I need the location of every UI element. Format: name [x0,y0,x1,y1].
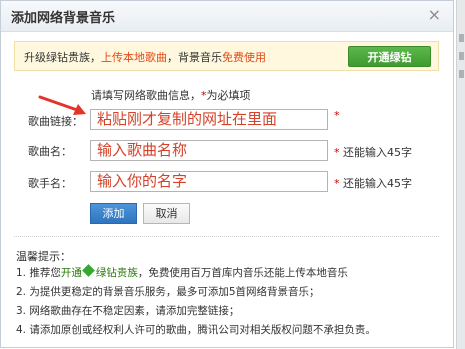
free-use-link[interactable]: 免费使用 [222,51,266,64]
tip-line-3: 3. 网络歌曲存在不稳定因素，请添加完整链接； [16,305,240,317]
green-diamond-link[interactable]: 绿钻贵族 [96,267,138,279]
promo-bar: 升级绿钻贵族，上传本地歌曲，背景音乐免费使用 开通绿钻 [14,41,439,71]
dialog-titlebar: 添加网络背景音乐 × [1,1,453,32]
singer-name-hint: * 还能输入45字 [334,175,412,191]
form-notice-prefix: 请填写网络歌曲信息， [91,89,201,102]
tip-line-1: 1. 推荐您开通 绿钻贵族，免费使用百万首库内音乐还能上传本地音乐 [16,264,348,280]
form-notice: 请填写网络歌曲信息，*为必填项 [91,87,251,103]
song-link-input[interactable]: 粘贴刚才复制的网址在里面 [90,109,328,130]
green-diamond-icon [81,264,95,277]
tip-1-suffix: ，免费使用百万首库内音乐还能上传本地音乐 [137,267,348,279]
required-mark: * [334,177,340,190]
tip-line-4: 4. 请添加原创或经权利人许可的歌曲，腾讯公司对相关版权问题不承担负责。 [16,324,376,336]
promo-text-middle: ，背景音乐 [167,51,222,64]
remaining-chars-text: 还能输入45字 [343,146,412,159]
tip-1-prefix: 1. 推荐您 [16,267,61,279]
promo-text-before: 升级绿钻贵族， [24,51,101,64]
song-name-input[interactable]: 输入歌曲名称 [90,140,328,161]
open-green-diamond-button[interactable]: 开通绿钻 [348,46,431,67]
page: 添加网络背景音乐 × 升级绿钻贵族，上传本地歌曲，背景音乐免费使用 开通绿钻 请… [0,0,465,349]
upload-local-song-link[interactable]: 上传本地歌曲 [101,51,167,64]
song-name-label: 歌曲名： [28,145,72,158]
song-link-label: 歌曲链接： [28,115,83,128]
singer-name-label: 歌手名： [28,177,72,190]
tips-title: 温馨提示： [16,250,71,263]
promo-text: 升级绿钻贵族，上传本地歌曲，背景音乐免费使用 [24,49,266,65]
form-notice-suffix: 为必填项 [206,89,251,102]
dialog-title: 添加网络背景音乐 [11,11,116,26]
required-mark: * [334,146,340,159]
remaining-chars-text: 还能输入45字 [343,177,412,190]
section-divider [14,236,439,237]
background-page-strip [456,0,465,349]
singer-name-input[interactable]: 输入你的名字 [90,171,328,192]
background-icon [459,34,464,42]
required-mark: * [334,109,340,122]
background-icon [459,52,464,60]
tip-line-2: 2. 为提供更稳定的背景音乐服务，最多可添加5首网络背景音乐； [16,286,320,298]
cancel-button[interactable]: 取消 [143,203,190,224]
close-icon[interactable]: × [428,6,441,24]
add-music-dialog: 添加网络背景音乐 × 升级绿钻贵族，上传本地歌曲，背景音乐免费使用 开通绿钻 请… [0,0,454,348]
background-icon [459,70,464,78]
song-name-hint: * 还能输入45字 [334,144,412,160]
add-button[interactable]: 添加 [90,203,137,224]
open-link[interactable]: 开通 [61,267,82,279]
song-link-required-mark: * [334,109,340,122]
